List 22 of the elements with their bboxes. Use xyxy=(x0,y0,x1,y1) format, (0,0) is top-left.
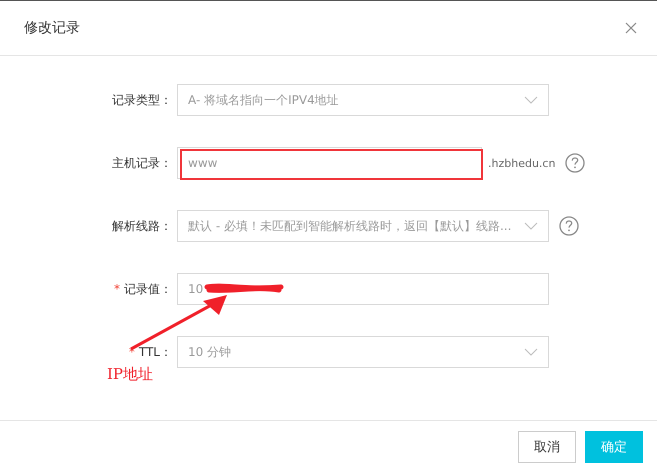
close-icon[interactable] xyxy=(625,22,637,34)
field-label: 记录类型： xyxy=(112,92,172,108)
chevron-down-icon xyxy=(524,348,538,356)
field-label: TTL： xyxy=(138,344,172,360)
confirm-button[interactable]: 确定 xyxy=(585,431,643,463)
domain-suffix: .hzbhedu.cn xyxy=(488,156,556,170)
field-label: 解析线路： xyxy=(112,218,172,234)
input-field[interactable]: 10 xyxy=(177,273,549,305)
input-field[interactable]: www xyxy=(177,147,482,179)
select-field[interactable]: 10 分钟 xyxy=(177,336,549,368)
chevron-down-icon xyxy=(524,96,538,104)
field-label: 主机记录： xyxy=(112,154,172,172)
field-label: 记录值： xyxy=(124,280,172,298)
annotation-label: IP地址 xyxy=(107,365,154,384)
cancel-button[interactable]: 取消 xyxy=(518,431,576,463)
help-icon[interactable] xyxy=(565,153,586,173)
select-field[interactable]: A- 将域名指向一个IPV4地址 xyxy=(177,84,549,116)
required-asterisk: * xyxy=(114,282,120,296)
select-field[interactable]: 默认 - 必填！未匹配到智能解析线路时，返回【默认】线路... xyxy=(177,210,549,242)
help-icon[interactable] xyxy=(559,216,579,236)
dialog-title: 修改记录 xyxy=(24,19,80,37)
chevron-down-icon xyxy=(524,222,538,230)
